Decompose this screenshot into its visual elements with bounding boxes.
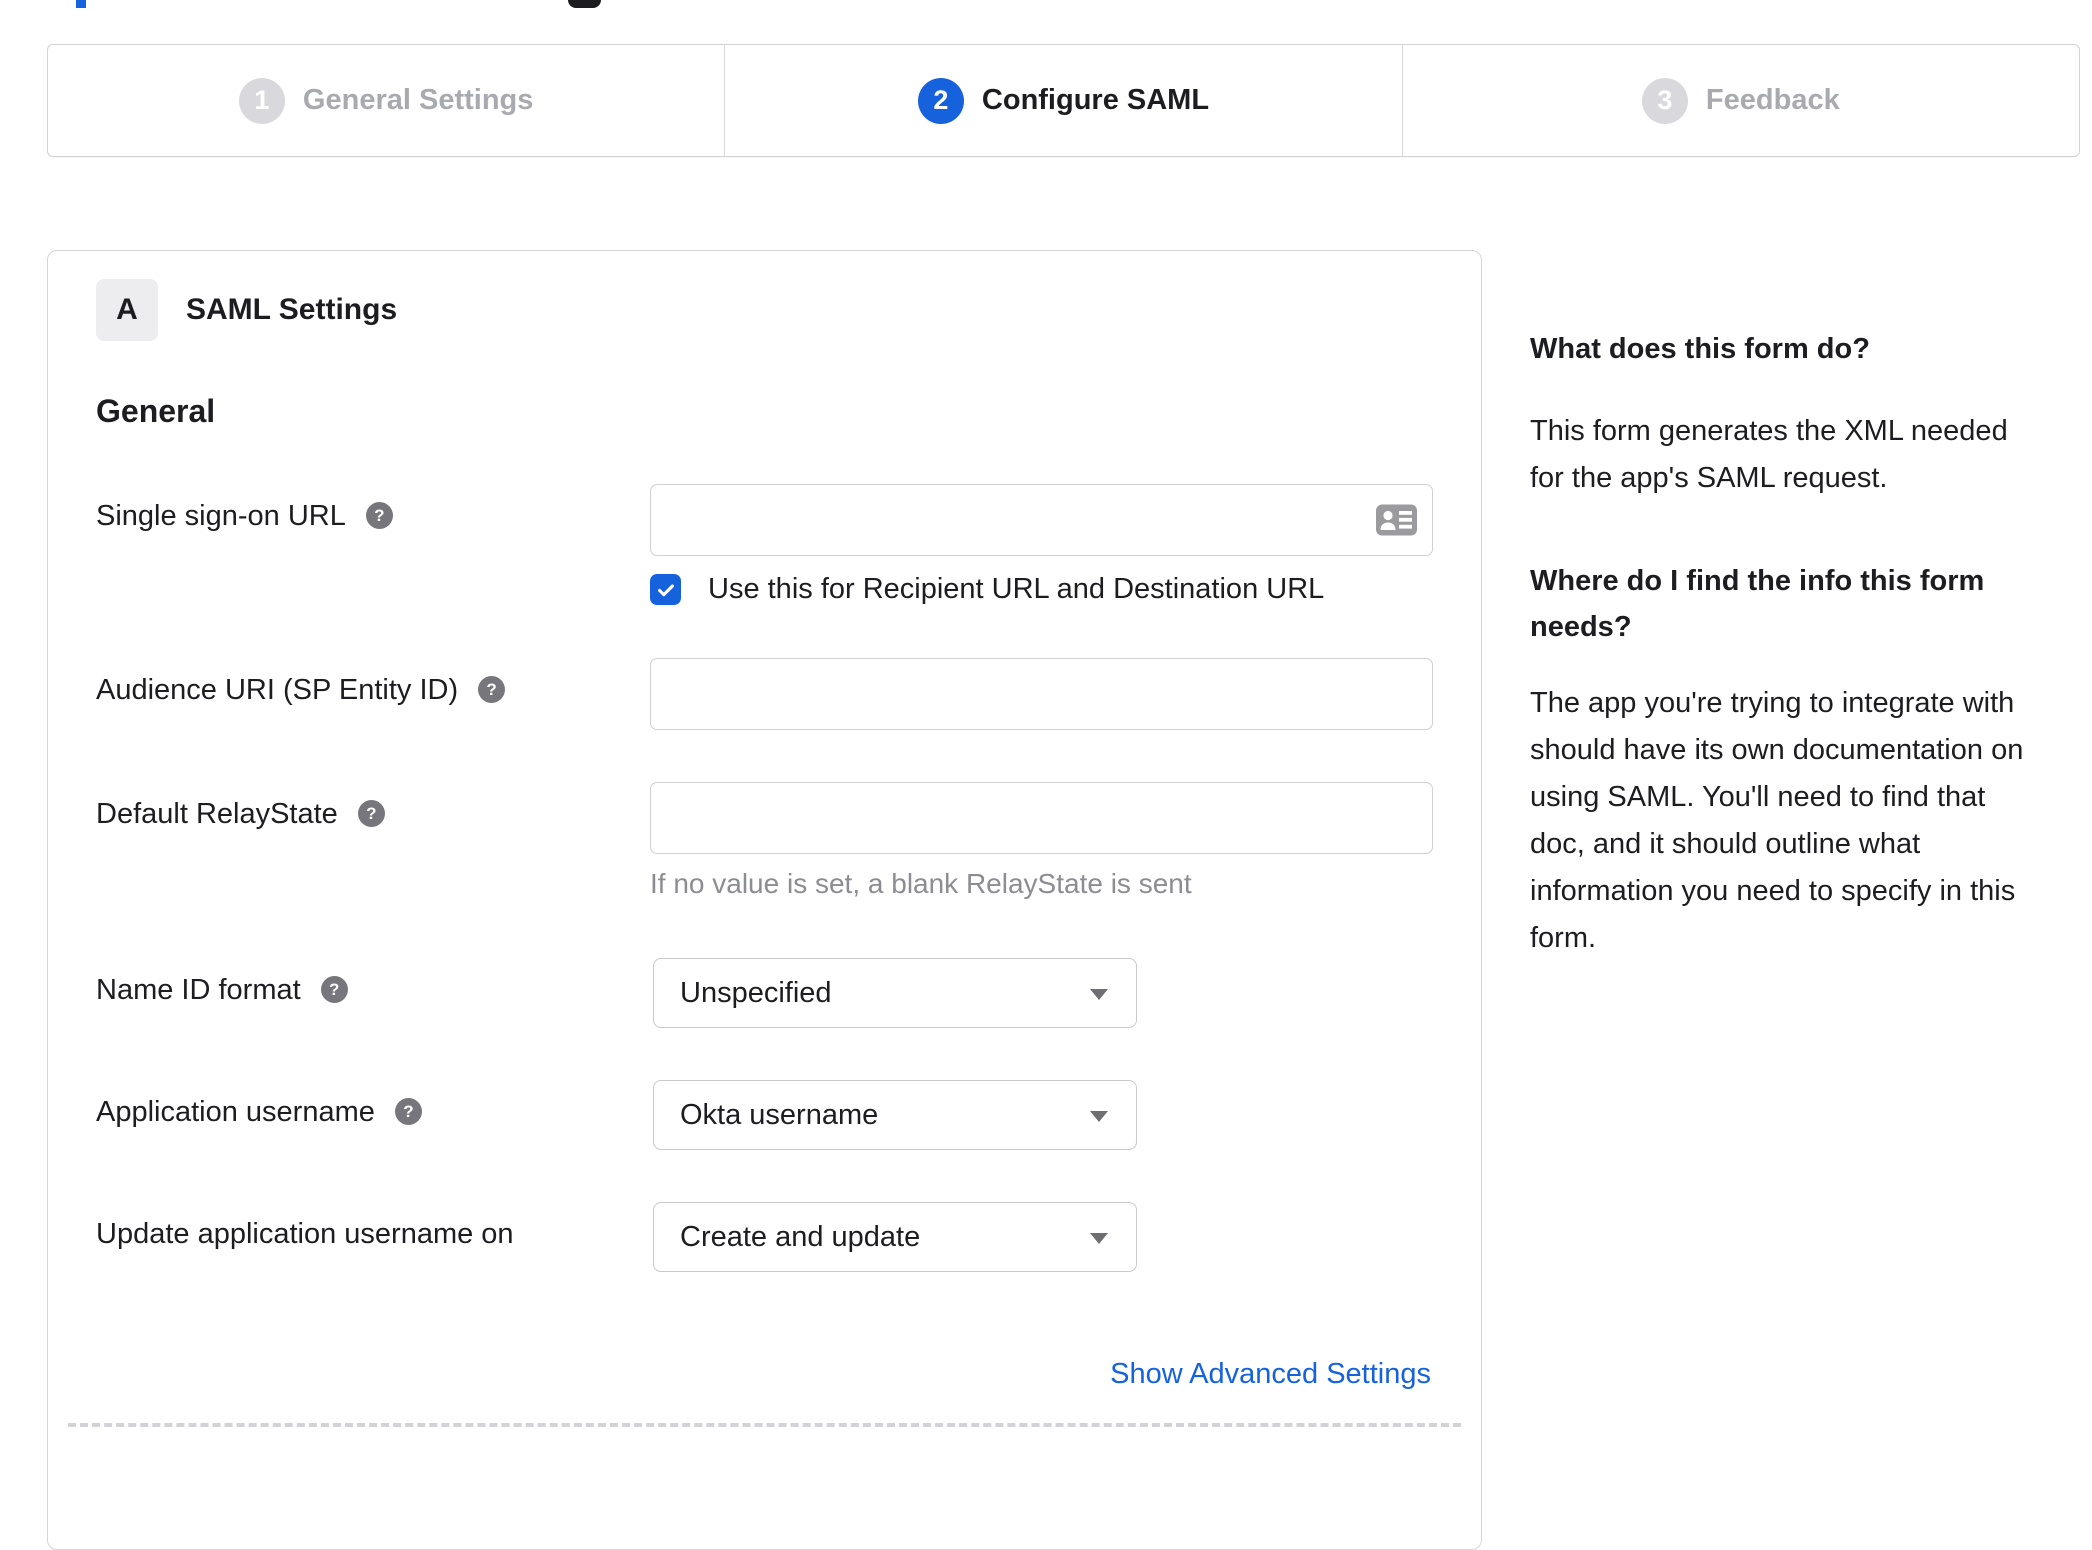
step-1-circle: 1: [238, 77, 285, 124]
name-id-format-help-icon[interactable]: ?: [320, 976, 348, 1003]
update-username-value: Create and update: [680, 1220, 921, 1253]
section-dashed-divider: [68, 1423, 1461, 1427]
advanced-settings-row: Show Advanced Settings: [96, 1358, 1433, 1391]
header-icon-fragment: [568, 0, 601, 8]
wizard-stepper: 1 General Settings 2 Configure SAML 3 Fe…: [47, 44, 2080, 157]
application-username-row: Application username ? Okta username: [96, 1080, 1433, 1150]
update-username-row: Update application username on Create an…: [96, 1202, 1433, 1272]
step-2-label: Configure SAML: [981, 84, 1210, 116]
step-feedback[interactable]: 3 Feedback: [1401, 45, 2079, 156]
help-question-1: What does this form do?: [1530, 333, 1870, 365]
name-id-format-value: Unspecified: [680, 976, 832, 1009]
help-answer-1: This form generates the XML needed for t…: [1530, 415, 2008, 494]
help-answer-2: The app you're trying to integrate with …: [1530, 687, 2024, 954]
application-username-label: Application username: [96, 1096, 375, 1128]
sso-url-help-icon[interactable]: ?: [365, 502, 393, 529]
sso-url-row: Single sign-on URL ? Use this for Recipi…: [96, 484, 1433, 606]
name-id-format-row: Name ID format ? Unspecified: [96, 958, 1433, 1028]
chevron-down-icon: [1090, 1111, 1108, 1122]
update-username-label: Update application username on: [96, 1218, 514, 1250]
audience-uri-row: Audience URI (SP Entity ID) ?: [96, 658, 1433, 730]
chevron-down-icon: [1090, 1233, 1108, 1244]
relay-state-help-icon[interactable]: ?: [357, 800, 385, 827]
sso-url-input[interactable]: [650, 484, 1433, 556]
contact-card-icon[interactable]: [1376, 504, 1417, 536]
audience-uri-input[interactable]: [650, 658, 1433, 730]
relay-state-row: Default RelayState ? If no value is set,…: [96, 782, 1433, 900]
general-section-heading: General: [96, 393, 216, 429]
header-logo-fragment: [76, 0, 86, 8]
saml-settings-panel: A SAML Settings General Single sign-on U…: [47, 250, 1482, 1550]
step-configure-saml[interactable]: 2 Configure SAML: [724, 45, 1401, 156]
application-username-value: Okta username: [680, 1098, 879, 1131]
step-general-settings[interactable]: 1 General Settings: [48, 45, 724, 156]
chevron-down-icon: [1090, 989, 1108, 1000]
step-2-circle: 2: [917, 77, 964, 124]
section-a-badge: A: [96, 279, 158, 341]
recipient-url-checkbox-row: Use this for Recipient URL and Destinati…: [650, 573, 1433, 606]
step-3-circle: 3: [1641, 77, 1688, 124]
relay-state-input[interactable]: [650, 782, 1433, 854]
step-3-label: Feedback: [1705, 84, 1840, 116]
name-id-format-select[interactable]: Unspecified: [653, 958, 1137, 1028]
application-username-help-icon[interactable]: ?: [394, 1098, 422, 1125]
checkmark-icon: [657, 583, 674, 596]
name-id-format-label: Name ID format: [96, 974, 301, 1006]
relay-state-label: Default RelayState: [96, 798, 338, 830]
show-advanced-settings-link[interactable]: Show Advanced Settings: [1110, 1358, 1431, 1390]
audience-uri-help-icon[interactable]: ?: [478, 676, 506, 703]
recipient-url-checkbox-label: Use this for Recipient URL and Destinati…: [708, 573, 1325, 605]
application-username-select[interactable]: Okta username: [653, 1080, 1137, 1150]
panel-title: SAML Settings: [186, 293, 398, 326]
audience-uri-label: Audience URI (SP Entity ID): [96, 674, 459, 706]
sso-url-label: Single sign-on URL: [96, 500, 346, 532]
relay-state-hint: If no value is set, a blank RelayState i…: [650, 868, 1192, 899]
recipient-url-checkbox[interactable]: [650, 574, 681, 605]
help-question-2: Where do I find the info this form needs…: [1530, 565, 1985, 643]
update-username-select[interactable]: Create and update: [653, 1202, 1137, 1272]
help-sidebar: What does this form do? This form genera…: [1530, 326, 2035, 962]
panel-header: A SAML Settings: [96, 279, 1433, 341]
step-1-label: General Settings: [302, 84, 534, 116]
